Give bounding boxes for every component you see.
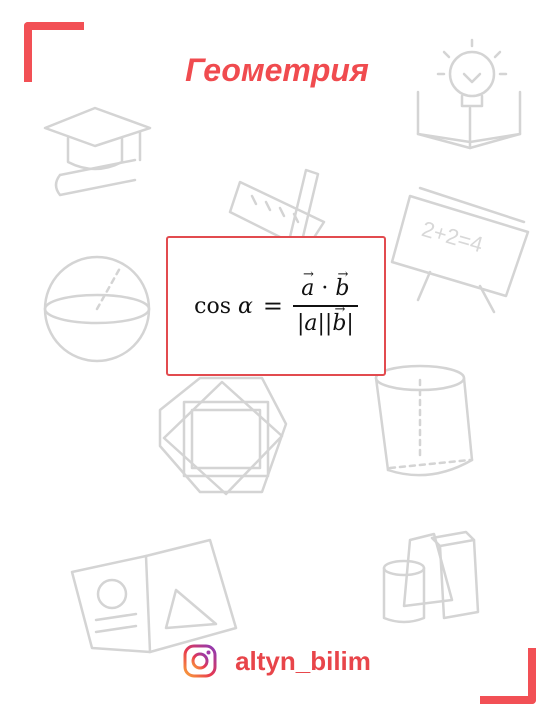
formula-denominator: |a|| → b|: [293, 302, 358, 336]
formula-numerator: → a · → b: [297, 267, 353, 301]
formula-fraction: → a · → b |a|| → b|: [292, 267, 358, 336]
formula-lhs: cos α: [194, 294, 253, 319]
vector-arrow: →: [334, 302, 346, 317]
graduation-cap-icon: [43, 106, 152, 197]
norm-a: |a||: [296, 311, 333, 336]
page-title: Геометрия: [185, 52, 369, 88]
sphere-icon: [43, 255, 151, 363]
vector-arrow: →: [337, 267, 349, 282]
instagram-handle[interactable]: altyn_bilim: [235, 646, 371, 677]
octagon-squares-icon: [158, 376, 288, 496]
formula-equals: =: [262, 292, 283, 320]
footer: altyn_bilim: [0, 644, 554, 678]
geometric-solids-icon: [382, 530, 480, 624]
formula-cos: cos: [194, 293, 231, 319]
fraction-bar: [292, 305, 358, 307]
formula-alpha: α: [238, 293, 253, 319]
equation-doodle-text: 2+2=4: [419, 216, 486, 257]
norm-close: |: [346, 311, 354, 336]
formula-box: cos α = → a · → b |a|| → b|: [166, 236, 386, 376]
vector-arrow: →: [302, 267, 314, 282]
open-book-icon: [70, 538, 238, 654]
cylinder-icon: [374, 364, 474, 477]
instagram-icon[interactable]: [183, 644, 217, 678]
dot-operator: ·: [321, 276, 329, 301]
